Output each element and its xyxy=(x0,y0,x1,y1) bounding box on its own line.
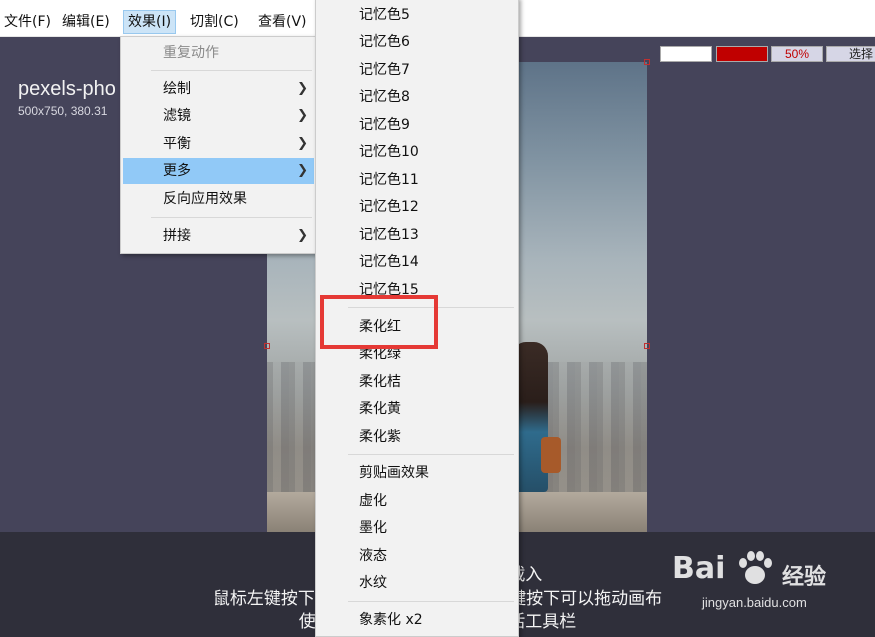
menu-item-pixelate-x2[interactable]: 象素化 x2 xyxy=(318,607,516,633)
menu-item-memory-color-10[interactable]: 记忆色10 xyxy=(318,139,516,165)
menu-item-label: 更多 xyxy=(163,163,191,179)
menu-separator xyxy=(151,70,312,71)
menu-item-label: 记忆色10 xyxy=(359,144,419,160)
menu-separator xyxy=(348,601,514,602)
menu-item-label: 记忆色12 xyxy=(359,199,419,215)
menu-item-soften-yellow[interactable]: 柔化黄 xyxy=(318,396,516,422)
baidu-watermark: Bai 经验 jingyan.baidu.com xyxy=(672,543,872,623)
resize-handle[interactable] xyxy=(264,343,270,349)
menu-file[interactable]: 文件(F) xyxy=(0,10,55,34)
watermark-url: jingyan.baidu.com xyxy=(702,595,807,610)
resize-handle[interactable] xyxy=(644,59,650,65)
menu-item-label: 记忆色11 xyxy=(359,172,419,188)
menu-item-memory-color-5[interactable]: 记忆色5 xyxy=(318,2,516,28)
menu-item-liquid[interactable]: 液态 xyxy=(318,543,516,569)
menu-item-label: 拼接 xyxy=(163,228,191,244)
menu-item-label: 柔化桔 xyxy=(359,374,401,390)
menu-item-repeat-action: 重复动作 xyxy=(123,40,314,66)
menu-item-memory-color-7[interactable]: 记忆色7 xyxy=(318,57,516,83)
menu-item-stitch[interactable]: 拼接 ❯ xyxy=(123,223,314,249)
menu-item-memory-color-6[interactable]: 记忆色6 xyxy=(318,29,516,55)
menu-effects[interactable]: 效果(I) xyxy=(123,10,177,34)
menu-item-label: 平衡 xyxy=(163,136,191,152)
menu-item-draw[interactable]: 绘制 ❯ xyxy=(123,76,314,102)
menu-item-more[interactable]: 更多 ❯ xyxy=(123,158,314,184)
menu-item-memory-color-8[interactable]: 记忆色8 xyxy=(318,84,516,110)
image-title: pexels-pho xyxy=(18,78,116,100)
resize-handle[interactable] xyxy=(644,343,650,349)
watermark-jingyan: 经验 xyxy=(782,565,827,590)
menu-view[interactable]: 查看(V) xyxy=(254,10,311,34)
chevron-right-icon: ❯ xyxy=(297,163,308,178)
menu-item-memory-color-11[interactable]: 记忆色11 xyxy=(318,167,516,193)
menu-item-filter[interactable]: 滤镜 ❯ xyxy=(123,103,314,129)
watermark-logo: Bai xyxy=(672,551,726,586)
menu-separator xyxy=(348,454,514,455)
image-info: 500x750, 380.31 xyxy=(18,104,108,118)
menu-item-blur[interactable]: 虚化 xyxy=(318,488,516,514)
menu-item-label: 滤镜 xyxy=(163,108,191,124)
highlight-annotation xyxy=(320,295,438,349)
chevron-right-icon: ❯ xyxy=(297,108,308,123)
menu-item-memory-color-14[interactable]: 记忆色14 xyxy=(318,249,516,275)
chevron-right-icon: ❯ xyxy=(297,228,308,243)
menu-item-label: 剪贴画效果 xyxy=(359,465,429,481)
menu-item-label: 虚化 xyxy=(359,493,387,509)
photo-bag xyxy=(541,437,561,473)
color-swatch-red[interactable] xyxy=(716,46,768,62)
menu-item-label: 记忆色13 xyxy=(359,227,419,243)
menu-item-soften-purple[interactable]: 柔化紫 xyxy=(318,424,516,450)
menu-item-label: 绘制 xyxy=(163,81,191,97)
menu-item-label: 记忆色6 xyxy=(359,34,410,50)
select-button[interactable]: 选择 xyxy=(826,46,875,62)
menu-item-label: 记忆色14 xyxy=(359,254,419,270)
paw-icon xyxy=(739,551,772,584)
menu-item-label: 液态 xyxy=(359,548,387,564)
menu-item-memory-color-13[interactable]: 记忆色13 xyxy=(318,222,516,248)
menu-item-label: 柔化黄 xyxy=(359,401,401,417)
menu-item-ink[interactable]: 墨化 xyxy=(318,515,516,541)
menu-cut[interactable]: 切割(C) xyxy=(186,10,243,34)
zoom-level[interactable]: 50% xyxy=(771,46,823,62)
menu-item-soften-orange[interactable]: 柔化桔 xyxy=(318,369,516,395)
menu-item-label: 水纹 xyxy=(359,575,387,591)
chevron-right-icon: ❯ xyxy=(297,81,308,96)
menu-item-memory-color-12[interactable]: 记忆色12 xyxy=(318,194,516,220)
color-swatch-white[interactable] xyxy=(660,46,712,62)
menu-separator xyxy=(151,217,312,218)
menu-item-memory-color-9[interactable]: 记忆色9 xyxy=(318,112,516,138)
menu-item-balance[interactable]: 平衡 ❯ xyxy=(123,131,314,157)
menu-item-label: 记忆色8 xyxy=(359,89,410,105)
menu-item-ripple[interactable]: 水纹 xyxy=(318,570,516,596)
menu-item-label: 象素化 x2 xyxy=(359,612,423,628)
menu-item-label: 记忆色9 xyxy=(359,117,410,133)
menu-item-label: 墨化 xyxy=(359,520,387,536)
chevron-right-icon: ❯ xyxy=(297,136,308,151)
menu-item-label: 柔化紫 xyxy=(359,429,401,445)
menu-item-clipart-effect[interactable]: 剪贴画效果 xyxy=(318,460,516,486)
menu-item-reverse-effect[interactable]: 反向应用效果 xyxy=(123,186,314,212)
menu-item-label: 记忆色5 xyxy=(359,7,410,23)
menu-item-label: 反向应用效果 xyxy=(163,191,247,207)
effects-menu: 重复动作 绘制 ❯ 滤镜 ❯ 平衡 ❯ 更多 ❯ 反向应用效果 拼接 ❯ xyxy=(120,36,317,254)
menu-item-label: 记忆色7 xyxy=(359,62,410,78)
menu-item-label: 重复动作 xyxy=(163,45,219,61)
menu-edit[interactable]: 编辑(E) xyxy=(58,10,114,34)
